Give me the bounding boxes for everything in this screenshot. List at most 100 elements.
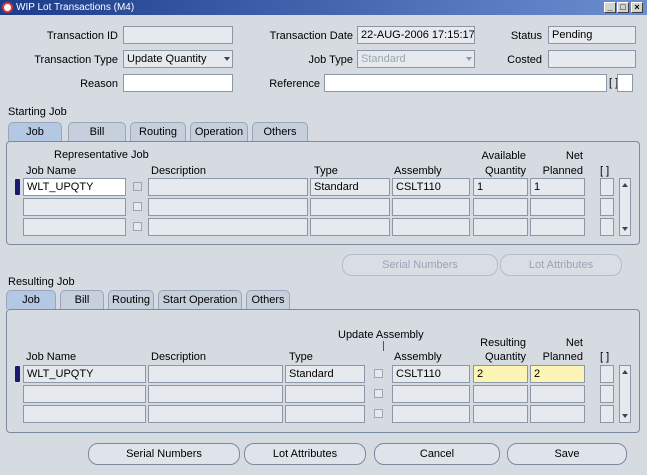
col-bracket: [ ] xyxy=(600,165,610,177)
col-available-2: Quantity xyxy=(485,165,526,177)
resulting-vertical-scrollbar[interactable] xyxy=(619,365,631,423)
starting-vertical-scrollbar[interactable] xyxy=(619,178,631,236)
starting-empty-job-name[interactable] xyxy=(23,218,126,236)
starting-empty-flex[interactable] xyxy=(600,198,614,216)
resulting-empty-quantity[interactable] xyxy=(473,385,528,403)
starting-assembly-field[interactable]: CSLT110 xyxy=(392,178,470,196)
resulting-flex-field[interactable] xyxy=(600,365,614,383)
resulting-empty-flex[interactable] xyxy=(600,405,614,423)
save-button[interactable]: Save xyxy=(507,443,627,465)
current-row-indicator xyxy=(15,179,20,195)
oracle-app-icon xyxy=(2,2,13,13)
window-title: WIP Lot Transactions (M4) xyxy=(16,2,135,13)
starting-empty-type[interactable] xyxy=(310,218,390,236)
resulting-empty-net[interactable] xyxy=(530,385,585,403)
resulting-empty-flex[interactable] xyxy=(600,385,614,403)
tab-starting-routing[interactable]: Routing xyxy=(130,122,186,141)
starting-type-field[interactable]: Standard xyxy=(310,178,390,196)
transaction-date-field[interactable]: 22-AUG-2006 17:15:17 xyxy=(357,26,475,44)
starting-job-name-field[interactable]: WLT_UPQTY xyxy=(23,178,126,196)
starting-empty-assembly[interactable] xyxy=(392,218,470,236)
maximize-icon[interactable]: □ xyxy=(617,2,629,13)
col-assembly: Assembly xyxy=(394,165,442,177)
tab-resulting-others[interactable]: Others xyxy=(246,290,290,309)
resulting-empty-assembly[interactable] xyxy=(392,405,470,423)
col-bracket: [ ] xyxy=(600,351,610,363)
starting-empty-net[interactable] xyxy=(530,198,585,216)
lot-attributes-button[interactable]: Lot Attributes xyxy=(244,443,366,465)
col-type: Type xyxy=(289,351,313,363)
col-job-name: Job Name xyxy=(26,165,77,177)
resulting-empty-quantity[interactable] xyxy=(473,405,528,423)
resulting-empty-type[interactable] xyxy=(285,385,365,403)
starting-empty-description[interactable] xyxy=(148,218,308,236)
resulting-empty-job-name[interactable] xyxy=(23,405,146,423)
scroll-down-icon[interactable] xyxy=(622,414,628,418)
tab-resulting-start-operation[interactable]: Start Operation xyxy=(158,290,242,309)
starting-empty-assembly[interactable] xyxy=(392,198,470,216)
costed-field[interactable] xyxy=(548,50,636,68)
scroll-down-icon[interactable] xyxy=(622,227,628,231)
tab-resulting-bill[interactable]: Bill xyxy=(60,290,104,309)
resulting-type-field[interactable]: Standard xyxy=(285,365,365,383)
reference-field[interactable] xyxy=(324,74,607,92)
starting-empty-available[interactable] xyxy=(473,218,528,236)
reason-field[interactable] xyxy=(123,74,233,92)
col-net-2: Planned xyxy=(542,351,583,363)
tab-resulting-routing[interactable]: Routing xyxy=(108,290,154,309)
col-net-2: Planned xyxy=(542,165,583,177)
transaction-type-select[interactable]: Update Quantity xyxy=(123,50,233,68)
status-field[interactable]: Pending xyxy=(548,26,636,44)
resulting-empty-description[interactable] xyxy=(148,385,283,403)
starting-empty-flex[interactable] xyxy=(600,218,614,236)
resulting-empty-assembly[interactable] xyxy=(392,385,470,403)
resulting-empty-net[interactable] xyxy=(530,405,585,423)
tab-starting-others[interactable]: Others xyxy=(252,122,308,141)
resulting-empty-type[interactable] xyxy=(285,405,365,423)
update-assembly-checkbox[interactable] xyxy=(374,369,383,378)
starting-empty-available[interactable] xyxy=(473,198,528,216)
update-assembly-header: Update Assembly xyxy=(338,329,424,341)
resulting-empty-description[interactable] xyxy=(148,405,283,423)
scroll-up-icon[interactable] xyxy=(622,183,628,187)
starting-available-qty-field[interactable]: 1 xyxy=(473,178,528,196)
tab-starting-bill[interactable]: Bill xyxy=(68,122,126,141)
col-resulting-1: Resulting xyxy=(480,337,526,349)
tab-resulting-job[interactable]: Job xyxy=(6,290,56,309)
tab-starting-job[interactable]: Job xyxy=(8,122,62,141)
resulting-empty-checkbox[interactable] xyxy=(374,389,383,398)
starting-net-planned-field[interactable]: 1 xyxy=(530,178,585,196)
starting-empty-job-name[interactable] xyxy=(23,198,126,216)
resulting-job-name-field[interactable]: WLT_UPQTY xyxy=(23,365,146,383)
resulting-empty-job-name[interactable] xyxy=(23,385,146,403)
cancel-button[interactable]: Cancel xyxy=(374,443,500,465)
chevron-down-icon xyxy=(224,57,230,61)
starting-empty-description[interactable] xyxy=(148,198,308,216)
starting-empty-checkbox[interactable] xyxy=(133,202,142,211)
resulting-description-field[interactable] xyxy=(148,365,283,383)
resulting-net-planned-field[interactable]: 2 xyxy=(530,365,585,383)
transaction-id-field[interactable] xyxy=(123,26,233,44)
resulting-empty-checkbox[interactable] xyxy=(374,409,383,418)
update-assembly-divider xyxy=(383,341,384,351)
minimize-icon[interactable]: _ xyxy=(604,2,616,13)
starting-row-checkbox[interactable] xyxy=(133,182,142,191)
col-type: Type xyxy=(314,165,338,177)
serial-numbers-button[interactable]: Serial Numbers xyxy=(88,443,240,465)
job-type-label: Job Type xyxy=(308,54,353,66)
job-type-select[interactable]: Standard xyxy=(357,50,475,68)
starting-flex-field[interactable] xyxy=(600,178,614,196)
flexfield-button[interactable] xyxy=(617,74,633,92)
resulting-quantity-field[interactable]: 2 xyxy=(473,365,528,383)
tab-starting-operation[interactable]: Operation xyxy=(190,122,248,141)
transaction-id-label: Transaction ID xyxy=(46,30,118,42)
close-icon[interactable]: × xyxy=(631,2,643,13)
starting-lot-attributes-button[interactable]: Lot Attributes xyxy=(500,254,622,276)
scroll-up-icon[interactable] xyxy=(622,370,628,374)
starting-empty-type[interactable] xyxy=(310,198,390,216)
starting-serial-numbers-button[interactable]: Serial Numbers xyxy=(342,254,498,276)
starting-empty-checkbox[interactable] xyxy=(133,222,142,231)
resulting-assembly-field[interactable]: CSLT110 xyxy=(392,365,470,383)
starting-description-field[interactable] xyxy=(148,178,308,196)
starting-empty-net[interactable] xyxy=(530,218,585,236)
